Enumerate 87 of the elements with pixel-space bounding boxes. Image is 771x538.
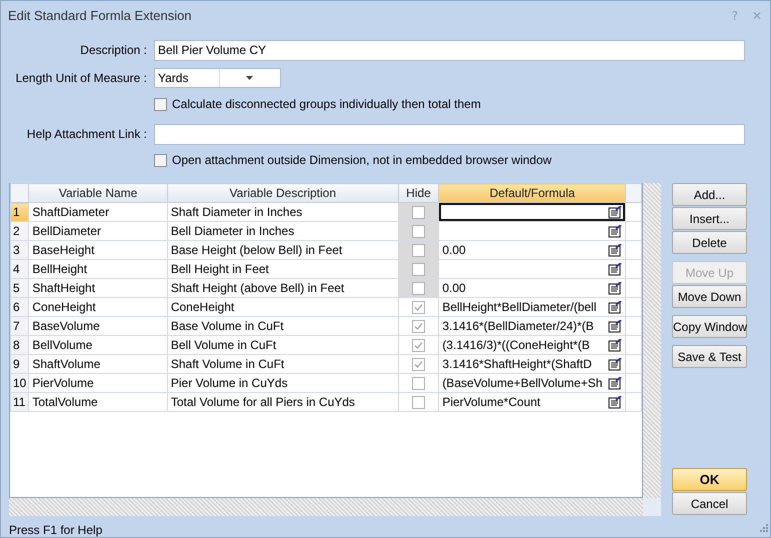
checkbox[interactable]	[412, 396, 426, 410]
table-cell: Shaft Diameter in Inches	[167, 202, 398, 222]
link-field[interactable]	[154, 124, 745, 144]
scrollbar-corner	[643, 498, 661, 516]
edit-icon[interactable]	[608, 262, 622, 276]
table-cell: ShaftHeight	[28, 278, 168, 298]
row-number[interactable]: 2	[10, 222, 29, 240]
table-cell-text: (BaseVolume+BellVolume+Sh	[441, 376, 604, 390]
row-number[interactable]: 6	[10, 298, 29, 316]
table-cell-text: 0.00	[441, 281, 467, 295]
scrollbar[interactable]	[643, 183, 661, 498]
table-cell: ConeHeight	[28, 298, 168, 316]
table-cell: Pier Volume in CuYds	[167, 374, 398, 392]
checkbox[interactable]	[412, 320, 426, 334]
edit-icon[interactable]	[608, 320, 622, 332]
table-cell: Base Volume in CuFt	[167, 316, 398, 336]
table-cell: BellVolume	[28, 336, 168, 354]
table-cell-text: 0.00	[441, 243, 467, 257]
edit-icon[interactable]	[608, 224, 622, 238]
action-button[interactable]: Copy Window	[672, 315, 747, 338]
resize-grip-icon[interactable]	[759, 523, 768, 532]
action-button[interactable]: Move Down	[672, 285, 747, 308]
edit-icon[interactable]	[608, 376, 622, 390]
table-cell: Shaft Volume in CuFt	[167, 354, 398, 374]
action-button[interactable]: Insert...	[672, 207, 747, 230]
table-cell-text: 3.1416*ShaftHeight*(ShaftD	[441, 357, 593, 371]
field-label: Description :	[79, 43, 148, 57]
table-cell: BellDiameter	[28, 222, 168, 240]
checkbox-label: Open attachment outside Dimension, not in embedded browser window	[172, 153, 552, 167]
table-cell-text: 3.1416*(BellDiameter/24)*(B	[441, 319, 595, 333]
row-number[interactable]: 7	[10, 316, 29, 336]
column-header[interactable]: Hide	[398, 184, 439, 202]
table-cell: ShaftVolume	[28, 354, 168, 374]
table-cell: TotalVolume	[28, 392, 168, 412]
table-cell: Base Height (below Bell) in Feet	[167, 240, 398, 260]
field-label: Help Attachment Link :	[26, 127, 148, 141]
checkbox[interactable]	[412, 339, 426, 352]
checkbox-label: Calculate disconnected groups individually then total them	[172, 97, 481, 111]
table-cell: ShaftDiameter	[28, 202, 168, 222]
table-cell: BellHeight	[28, 260, 168, 278]
row-number[interactable]: 8	[10, 336, 29, 354]
action-button[interactable]: Add...	[672, 183, 747, 206]
field-label: Length Unit of Measure :	[14, 71, 148, 85]
row-number[interactable]: 5	[10, 278, 29, 298]
table-cell: Total Volume for all Piers in CuYds	[167, 392, 398, 412]
table-cell: Bell Volume in CuFt	[167, 336, 398, 354]
window-title: Edit Standard Formla Extension	[8, 8, 193, 23]
table-cell-text: (3.1416/3)*((ConeHeight*(B	[441, 338, 591, 352]
checkbox[interactable]	[154, 154, 167, 166]
scrollbar[interactable]	[9, 498, 643, 516]
edit-icon[interactable]	[608, 396, 622, 408]
table-cell-text: BellHeight*BellDiameter/(bell	[441, 300, 598, 314]
column-header[interactable]: Default/Formula	[438, 184, 626, 202]
edit-icon[interactable]	[608, 300, 622, 314]
table-cell: BaseVolume	[28, 316, 168, 336]
table-cell: Bell Height in Feet	[167, 260, 398, 278]
table-cell: ConeHeight	[167, 298, 398, 316]
checkbox[interactable]	[412, 358, 426, 372]
cancel-button[interactable]: Cancel	[672, 492, 747, 515]
table-cell: Shaft Height (above Bell) in Feet	[167, 278, 398, 298]
caret-icon	[246, 76, 254, 80]
row-number[interactable]: 4	[10, 260, 29, 278]
row-number[interactable]: 10	[10, 374, 29, 392]
action-button[interactable]: Save & Test	[672, 345, 747, 368]
unit-dropdown[interactable]: Yards	[154, 68, 281, 88]
edit-icon[interactable]	[608, 206, 622, 218]
table-cell: PierVolume	[28, 374, 168, 392]
status-text: Press F1 for Help	[9, 523, 102, 537]
action-button[interactable]: Delete	[672, 231, 747, 254]
row-number[interactable]: 3	[10, 240, 29, 260]
row-number[interactable]: 11	[10, 392, 29, 412]
edit-icon[interactable]	[608, 358, 622, 370]
checkbox[interactable]	[412, 301, 426, 314]
checkbox[interactable]	[412, 377, 426, 390]
edit-icon[interactable]	[608, 282, 622, 294]
edit-icon[interactable]	[608, 338, 622, 352]
row-number[interactable]: 9	[10, 354, 29, 374]
table-cell-text: PierVolume*Count	[441, 395, 542, 409]
description-field[interactable]: Bell Pier Volume CY	[154, 40, 745, 60]
edit-icon[interactable]	[608, 244, 622, 256]
column-header[interactable]: Variable Name	[28, 184, 168, 202]
table-cell: Bell Diameter in Inches	[167, 222, 398, 240]
column-header[interactable]: Variable Description	[167, 184, 398, 202]
checkbox[interactable]	[154, 98, 167, 110]
table-cell: BaseHeight	[28, 240, 168, 260]
row-number[interactable]: 1	[10, 202, 29, 222]
ok-button[interactable]: OK	[672, 468, 747, 491]
